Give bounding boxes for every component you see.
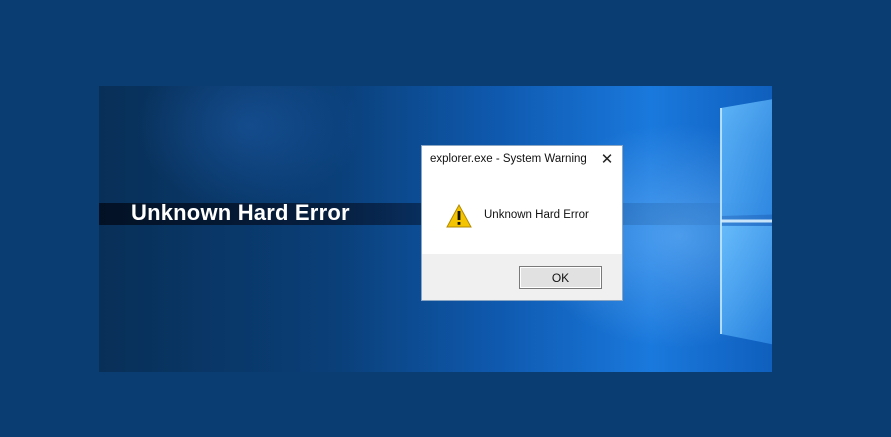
warning-icon <box>446 204 472 228</box>
close-button[interactable]: ✕ <box>596 148 618 170</box>
page-heading: Unknown Hard Error <box>131 200 350 225</box>
system-warning-dialog: explorer.exe - System Warning ✕ Unknown … <box>421 145 623 301</box>
ok-button[interactable]: OK <box>519 266 602 289</box>
dialog-footer: OK <box>422 254 622 300</box>
windows-logo-icon <box>720 99 772 345</box>
close-icon: ✕ <box>600 151 614 168</box>
outer-frame: Unknown Hard Error explorer.exe - System… <box>0 0 891 437</box>
dialog-message: Unknown Hard Error <box>484 209 589 221</box>
dialog-title: explorer.exe - System Warning <box>430 153 587 165</box>
